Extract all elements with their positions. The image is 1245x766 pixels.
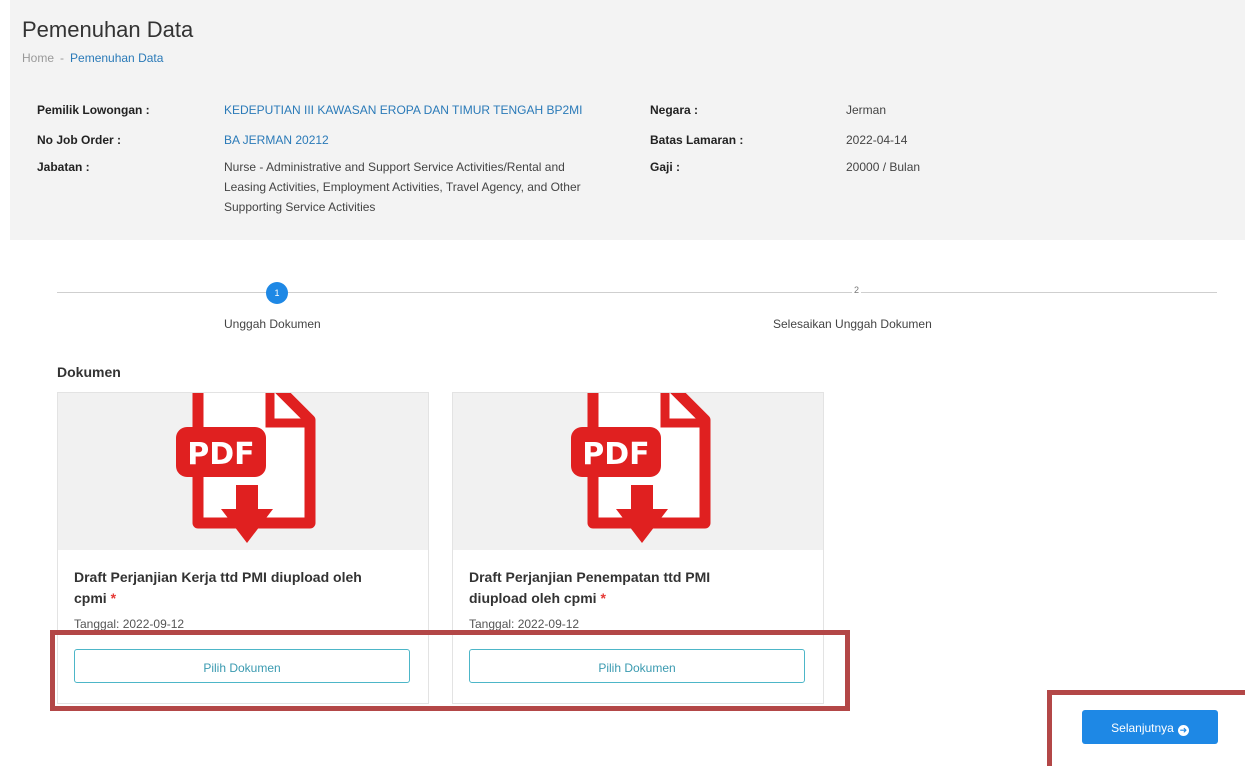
- breadcrumb: Home - Pemenuhan Data: [22, 51, 163, 65]
- page-title: Pemenuhan Data: [22, 17, 194, 42]
- step-2-label: Selesaikan Unggah Dokumen: [773, 317, 932, 331]
- position-label: Jabatan :: [37, 160, 90, 174]
- document-title-line: cpmi: [74, 590, 107, 606]
- country-value: Jerman: [846, 103, 887, 117]
- pdf-label: PDF: [187, 437, 254, 472]
- document-thumbnail: PDF: [453, 393, 823, 550]
- next-button[interactable]: Selanjutnya ➜: [1082, 710, 1218, 744]
- breadcrumb-home[interactable]: Home: [22, 51, 54, 65]
- step-1-label: Unggah Dokumen: [224, 317, 321, 331]
- document-title: Draft Perjanjian Penempatan ttd PMI diup…: [469, 567, 809, 609]
- choose-document-button[interactable]: Pilih Dokumen: [74, 649, 410, 683]
- document-date: Tanggal: 2022-09-12: [469, 617, 580, 631]
- document-card: PDF Draft Perjanjian Penempatan ttd PMI …: [452, 392, 824, 704]
- step-1-indicator[interactable]: 1: [266, 282, 288, 304]
- document-card: PDF Draft Perjanjian Kerja ttd PMI diupl…: [57, 392, 429, 704]
- country-label: Negara :: [650, 103, 699, 117]
- position-line: Leasing Activities, Employment Activitie…: [224, 180, 581, 194]
- pdf-download-icon: PDF: [176, 393, 316, 543]
- document-thumbnail: PDF: [58, 393, 428, 550]
- position-value: Nurse - Administrative and Support Servi…: [224, 157, 644, 217]
- arrow-circle-right-icon: ➜: [1177, 725, 1189, 736]
- next-button-label: Selanjutnya: [1111, 721, 1174, 735]
- breadcrumb-current[interactable]: Pemenuhan Data: [70, 51, 163, 65]
- job-order-value[interactable]: BA JERMAN 20212: [224, 130, 329, 150]
- choose-document-button[interactable]: Pilih Dokumen: [469, 649, 805, 683]
- deadline-value: 2022-04-14: [846, 133, 908, 147]
- document-title: Draft Perjanjian Kerja ttd PMI diupload …: [74, 567, 414, 609]
- salary-label: Gaji :: [650, 160, 681, 174]
- document-title-line: diupload oleh cpmi: [469, 590, 597, 606]
- position-line: Supporting Service Activities: [224, 200, 376, 214]
- document-title-line: Draft Perjanjian Penempatan ttd PMI: [469, 569, 711, 585]
- pdf-download-icon: PDF: [571, 393, 711, 543]
- stepper-line: [57, 292, 1217, 293]
- breadcrumb-separator: -: [60, 51, 65, 65]
- job-order-label: No Job Order :: [37, 133, 122, 147]
- owner-label: Pemilik Lowongan :: [37, 103, 150, 117]
- document-title-line: Draft Perjanjian Kerja ttd PMI diupload …: [74, 569, 362, 585]
- step-2-indicator[interactable]: 2: [852, 285, 862, 295]
- owner-value[interactable]: KEDEPUTIAN III KAWASAN EROPA DAN TIMUR T…: [224, 100, 583, 120]
- deadline-label: Batas Lamaran :: [650, 133, 744, 147]
- document-date: Tanggal: 2022-09-12: [74, 617, 185, 631]
- pdf-label: PDF: [582, 437, 649, 472]
- required-mark: *: [110, 590, 117, 606]
- documents-section-title: Dokumen: [57, 364, 121, 380]
- position-line: Nurse - Administrative and Support Servi…: [224, 160, 565, 174]
- salary-value: 20000 / Bulan: [846, 160, 921, 174]
- required-mark: *: [600, 590, 606, 606]
